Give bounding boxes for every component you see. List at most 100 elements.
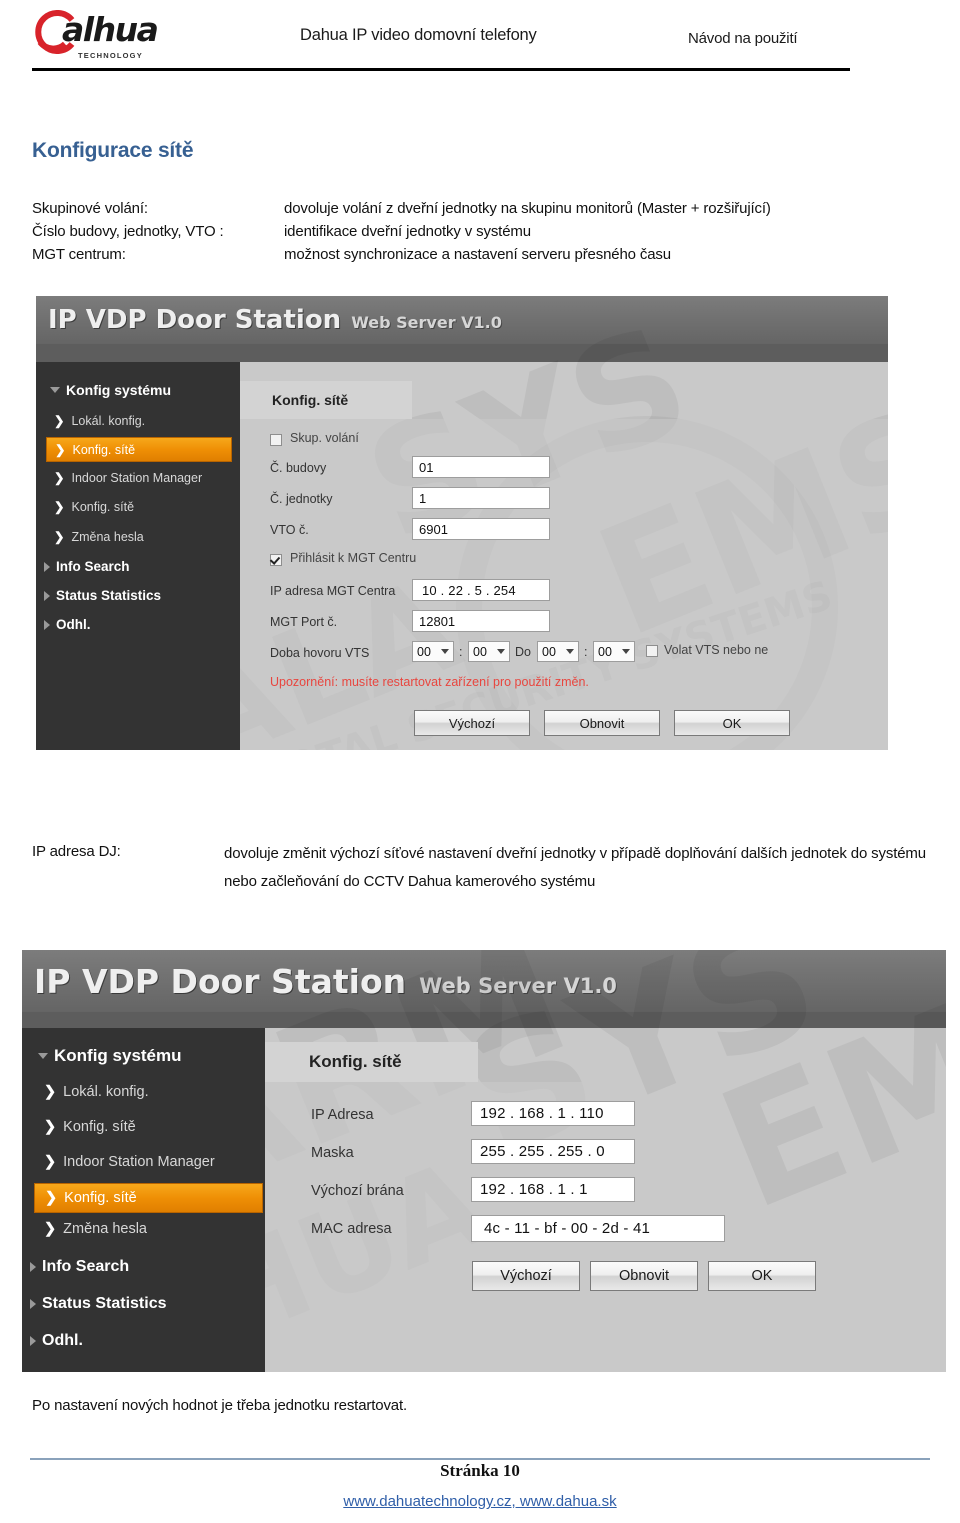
sidebar-item-zmena-hesla[interactable]: ❯ Změna hesla (44, 1221, 147, 1237)
checkbox-volat-vts-label: Volat VTS nebo ne (664, 643, 769, 657)
sidebar-group-label: Info Search (56, 559, 130, 574)
checkbox-prihlasit-mgt-centru[interactable] (270, 554, 282, 566)
sidebar-item-konfig-site[interactable]: ❯ Konfig. sítě (54, 499, 134, 515)
select-vts-from-minute[interactable]: 00 (468, 641, 510, 662)
sidebar-item-lokal-konfig[interactable]: ❯ Lokál. konfig. (44, 1084, 149, 1100)
shot2-sidebar: Konfig systému ❯ Lokál. konfig. ❯ Konfig… (22, 1028, 265, 1372)
sidebar-item-indoor-station-manager[interactable]: ❯ Indoor Station Manager (44, 1154, 215, 1170)
chevron-right-icon: ❯ (54, 414, 65, 428)
default-button[interactable]: Výchozí (414, 710, 530, 736)
shot1-app-title: IP VDP Door Station (48, 305, 342, 335)
sidebar-item-label: Změna hesla (71, 529, 144, 544)
checkbox-skup-volani-label: Skup. volání (290, 431, 359, 445)
input-mac-adresa[interactable]: 4c - 11 - bf - 00 - 2d - 41 (471, 1215, 725, 1242)
input-cislo-jednotky[interactable]: 1 (412, 487, 550, 509)
chevron-right-icon: ❯ (55, 443, 66, 457)
checkbox-volat-vts[interactable] (646, 645, 658, 657)
ok-button[interactable]: OK (708, 1261, 816, 1291)
tab-konfig-site[interactable]: Konfig. sítě (265, 1042, 478, 1082)
shot1-app-version: Web Server V1.0 (351, 313, 502, 332)
definition-row: Číslo budovy, jednotky, VTO : identifika… (32, 220, 944, 243)
default-button[interactable]: Výchozí (472, 1261, 580, 1291)
chevron-down-icon (566, 649, 574, 654)
sidebar-group-info-search[interactable]: Info Search (30, 1258, 129, 1276)
screenshot-network-config-mgt: IP VDP Door Station Web Server V1.0 SYS … (36, 296, 888, 750)
refresh-button[interactable]: Obnovit (544, 710, 660, 736)
vts-to-word: Do (515, 645, 531, 659)
dahua-logo: alhua TECHNOLOGY (32, 8, 204, 64)
sidebar-item-konfig-site-selected[interactable]: ❯ Konfig. sítě (46, 437, 232, 462)
sidebar-group-status-statistics[interactable]: Status Statistics (30, 1295, 166, 1313)
caret-down-icon (38, 1053, 48, 1059)
sidebar-item-label: Konfig. sítě (64, 1190, 137, 1206)
sidebar-group-konfig-systemu[interactable]: Konfig systému (38, 1046, 182, 1066)
chevron-down-icon (441, 649, 449, 654)
field-label-ip-mgt-centra: IP adresa MGT Centra (270, 584, 396, 598)
caret-right-icon (30, 1262, 36, 1272)
input-vychozi-brana[interactable]: 192 . 168 . 1 . 1 (471, 1177, 635, 1202)
shot1-sidebar: Konfig systému ❯ Lokál. konfig. ❯ Konfig… (36, 362, 240, 750)
sidebar-group-konfig-systemu[interactable]: Konfig systému (50, 382, 171, 398)
chevron-right-icon: ❯ (54, 530, 65, 544)
sidebar-group-odhl[interactable]: Odhl. (44, 617, 91, 632)
sidebar-item-zmena-hesla[interactable]: ❯ Změna hesla (54, 529, 144, 545)
footer-links[interactable]: www.dahuatechnology.cz, www.dahua.sk (0, 1493, 960, 1510)
field-label-cislo-jednotky: Č. jednotky (270, 492, 333, 506)
input-mgt-port[interactable]: 12801 (412, 610, 550, 632)
chevron-right-icon: ❯ (44, 1084, 57, 1100)
refresh-button[interactable]: Obnovit (590, 1261, 698, 1291)
shot2-titlebar: IP VDP Door Station Web Server V1.0 (22, 950, 946, 1012)
input-vto-cislo[interactable]: 6901 (412, 518, 550, 540)
select-value: 00 (598, 644, 612, 659)
shot1-titlebar: IP VDP Door Station Web Server V1.0 (36, 296, 888, 344)
input-ip-adresa[interactable]: 192 . 168 . 1 . 110 (471, 1101, 635, 1126)
input-maska[interactable]: 255 . 255 . 255 . 0 (471, 1139, 635, 1164)
sidebar-group-info-search[interactable]: Info Search (44, 559, 130, 574)
tab-konfig-site[interactable]: Konfig. sítě (240, 381, 412, 419)
sidebar-group-label: Status Statistics (56, 588, 162, 603)
sidebar-group-label: Odhl. (42, 1332, 83, 1349)
sidebar-item-indoor-station-manager[interactable]: ❯ Indoor Station Manager (54, 470, 203, 486)
dahua-logo-wordmark: alhua (62, 10, 159, 49)
definition-description: dovoluje volání z dveřní jednotky na sku… (284, 200, 771, 217)
header-divider (32, 68, 850, 71)
middle-definition-list: IP adresa DJ: dovoluje změnit výchozí sí… (32, 840, 932, 896)
caret-right-icon (44, 590, 50, 601)
vts-colon-1: : (459, 645, 463, 659)
field-label-ip-adresa: IP Adresa (311, 1107, 374, 1123)
definition-row: Skupinové volání: dovoluje volání z dveř… (32, 197, 944, 220)
select-value: 00 (417, 644, 431, 659)
shot1-content-pane: Konfig. sítě Skup. volání Č. budovy 01 Č… (240, 362, 888, 750)
sidebar-item-lokal-konfig[interactable]: ❯ Lokál. konfig. (54, 413, 146, 429)
input-cislo-budovy[interactable]: 01 (412, 456, 550, 478)
vts-colon-2: : (584, 645, 588, 659)
footer-link-text[interactable]: www.dahuatechnology.cz, www.dahua.sk (343, 1493, 616, 1510)
select-value: 00 (542, 644, 556, 659)
definition-term: IP adresa DJ: (32, 843, 121, 860)
chevron-right-icon: ❯ (45, 1190, 58, 1206)
dahua-logo-tagline: TECHNOLOGY (78, 51, 143, 60)
field-label-mac-adresa: MAC adresa (311, 1221, 392, 1237)
shot1-subbar (36, 344, 888, 362)
sidebar-group-label: Konfig systému (66, 382, 172, 398)
shot2-subbar (22, 1012, 946, 1028)
sidebar-item-label: Indoor Station Manager (71, 470, 203, 485)
checkbox-skup-volani[interactable] (270, 434, 282, 446)
page-title: Konfigurace sítě (32, 139, 194, 162)
definition-description: možnost synchronizace a nastavení server… (284, 246, 671, 263)
select-vts-to-hour[interactable]: 00 (537, 641, 579, 662)
sidebar-item-konfig-site[interactable]: ❯ Konfig. sítě (44, 1119, 136, 1135)
chevron-right-icon: ❯ (44, 1154, 57, 1170)
sidebar-group-odhl[interactable]: Odhl. (30, 1332, 83, 1350)
sidebar-item-konfig-site-selected[interactable]: ❯ Konfig. sítě (34, 1183, 263, 1213)
field-label-mgt-port: MGT Port č. (270, 615, 338, 629)
sidebar-item-label: Lokál. konfig. (71, 413, 146, 428)
shot2-app-title: IP VDP Door Station (34, 962, 407, 1001)
ok-button[interactable]: OK (674, 710, 790, 736)
select-vts-to-minute[interactable]: 00 (593, 641, 635, 662)
caret-right-icon (30, 1336, 36, 1346)
screenshot-network-config-ip: IP VDP Door Station Web Server V1.0 ARM … (22, 950, 946, 1372)
sidebar-group-status-statistics[interactable]: Status Statistics (44, 588, 161, 603)
select-vts-from-hour[interactable]: 00 (412, 641, 454, 662)
input-ip-mgt-centra[interactable]: 10 . 22 . 5 . 254 (412, 579, 550, 601)
